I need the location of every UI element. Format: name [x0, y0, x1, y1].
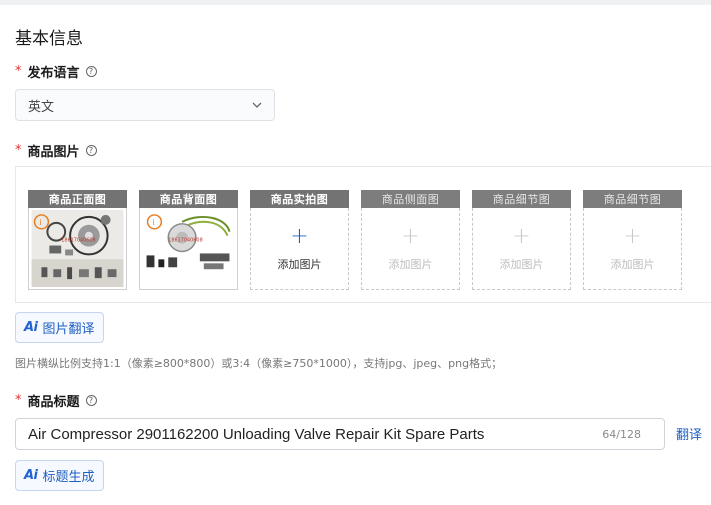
required-mark: *	[15, 393, 22, 408]
image-slot-front[interactable]: 商品正面图 18617040608 i	[28, 190, 127, 290]
product-photo-back-image: 18617040608 i	[142, 210, 235, 287]
images-label-row: * 商品图片 ?	[15, 141, 97, 160]
title-label-row: * 商品标题 ?	[15, 391, 97, 410]
help-icon[interactable]: ?	[85, 395, 97, 406]
svg-text:18617040608: 18617040608	[168, 238, 202, 244]
required-mark: *	[15, 143, 22, 158]
language-label-row: * 发布语言 ?	[15, 62, 97, 81]
chevron-down-icon	[252, 102, 262, 108]
ai-icon: Ai	[24, 320, 38, 335]
add-image-label: 添加图片	[388, 257, 433, 271]
language-select[interactable]: 英文	[15, 89, 275, 121]
plus-icon: +	[290, 223, 309, 249]
required-mark: *	[15, 64, 22, 79]
add-image-label: 添加图片	[499, 257, 544, 271]
svg-text:i: i	[152, 218, 154, 227]
image-slot-detail-2: 商品细节图 + 添加图片	[583, 190, 682, 290]
help-icon[interactable]: ?	[85, 145, 97, 156]
language-label: 发布语言	[27, 66, 80, 81]
svg-text:i: i	[39, 218, 41, 227]
title-generate-button[interactable]: Ai 标题生成	[15, 460, 104, 491]
help-icon[interactable]: ?	[85, 66, 97, 77]
images-label: 商品图片	[27, 145, 80, 160]
slot-title: 商品细节图	[472, 190, 571, 208]
language-selected-value: 英文	[28, 99, 55, 115]
plus-icon: +	[401, 223, 420, 249]
section-title: 基本信息	[15, 29, 83, 49]
plus-icon: +	[623, 223, 642, 249]
product-title-value: Air Compressor 2901162200 Unloading Valv…	[28, 425, 485, 443]
slot-title: 商品背面图	[139, 190, 238, 208]
plus-icon: +	[512, 223, 531, 249]
slot-title: 商品实拍图	[250, 190, 349, 208]
image-slot-side: 商品侧面图 + 添加图片	[361, 190, 460, 290]
title-generate-label: 标题生成	[42, 470, 95, 485]
slot-title: 商品细节图	[583, 190, 682, 208]
page: 基本信息 * 发布语言 ? 英文 * 商品图片 ? 商品正面图 18617040…	[0, 0, 711, 505]
char-counter: 64/128	[602, 428, 641, 441]
product-photo-front-image: 18617040608 i	[31, 210, 124, 287]
ai-icon: Ai	[24, 468, 38, 483]
image-translate-button[interactable]: Ai 图片翻译	[15, 312, 104, 343]
image-slot-real-photo[interactable]: 商品实拍图 + 添加图片	[250, 190, 349, 290]
product-title-input[interactable]: Air Compressor 2901162200 Unloading Valv…	[15, 418, 665, 450]
title-label: 商品标题	[27, 395, 80, 410]
image-format-hint: 图片横纵比例支持1:1（像素≥800*800）或3:4（像素≥750*1000）…	[15, 357, 503, 370]
slot-title: 商品正面图	[28, 190, 127, 208]
image-translate-label: 图片翻译	[42, 322, 95, 337]
slot-title: 商品侧面图	[361, 190, 460, 208]
svg-text:18617040608: 18617040608	[61, 238, 95, 244]
add-image-label: 添加图片	[610, 257, 655, 271]
image-slot-back[interactable]: 商品背面图 18617040608 i	[139, 190, 238, 290]
add-image-label: 添加图片	[277, 257, 322, 271]
image-slot-detail-1: 商品细节图 + 添加图片	[472, 190, 571, 290]
top-divider	[0, 0, 711, 5]
translate-link[interactable]: 翻译	[676, 424, 702, 443]
